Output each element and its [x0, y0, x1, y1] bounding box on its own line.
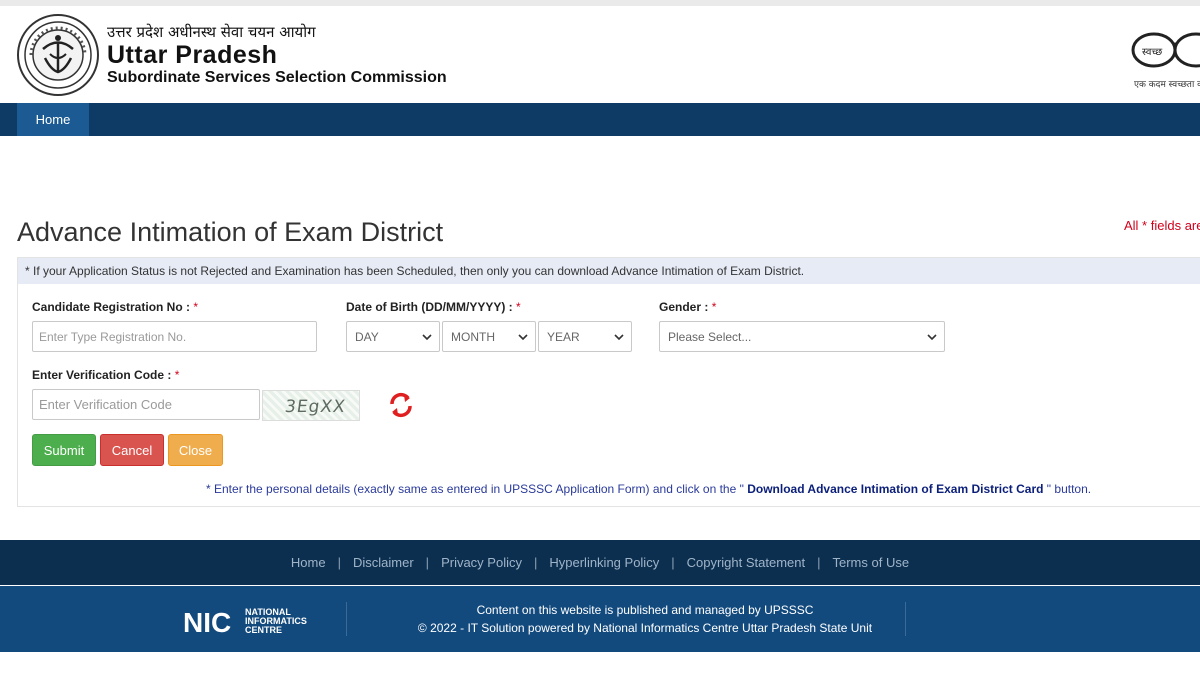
footer-links-bar: Home | Disclaimer | Privacy Policy | Hyp… [0, 540, 1200, 585]
org-title: Uttar Pradesh [107, 41, 278, 69]
chevron-down-icon [927, 334, 937, 341]
dob-month-select[interactable]: MONTH [442, 321, 536, 352]
captcha-image: 3EgXX [262, 390, 360, 421]
dob-day-value: DAY [355, 329, 379, 344]
top-strip [0, 0, 1200, 6]
nav-home-link[interactable]: Home [17, 103, 89, 136]
footer-separator: | [533, 555, 538, 570]
dob-month-value: MONTH [451, 329, 495, 344]
footer-separator: | [425, 555, 430, 570]
registration-label-text: Candidate Registration No : [32, 300, 191, 314]
required-star: * [193, 300, 199, 314]
footer-separator: | [817, 555, 821, 570]
required-star: * [174, 368, 180, 382]
footer-link-home[interactable]: Home [291, 555, 326, 570]
dob-label-text: Date of Birth (DD/MM/YYYY) : [346, 300, 513, 314]
footer-link-privacy-policy[interactable]: Privacy Policy [441, 555, 522, 570]
form-instruction: * Enter the personal details (exactly sa… [206, 482, 1091, 496]
footer-link-hyperlinking-policy[interactable]: Hyperlinking Policy [549, 555, 659, 570]
footer-copyright-line: © 2022 - IT Solution powered by National… [417, 621, 873, 635]
gender-select[interactable]: Please Select... [659, 321, 945, 352]
registration-number-input[interactable] [32, 321, 317, 352]
instruction-button-name: Download Advance Intimation of Exam Dist… [743, 482, 1047, 496]
captcha-text: 3EgXX [283, 397, 348, 417]
cancel-button[interactable]: Cancel [100, 434, 164, 466]
dob-year-value: YEAR [547, 329, 580, 344]
footer-link-terms-of-use[interactable]: Terms of Use [833, 555, 910, 570]
chevron-down-icon [422, 334, 432, 341]
instruction-prefix: * Enter the personal details (exactly sa… [206, 482, 744, 496]
form-panel: * If your Application Status is not Reje… [17, 257, 1200, 507]
required-star: * [516, 300, 521, 314]
submit-button[interactable]: Submit [32, 434, 96, 466]
dob-label: Date of Birth (DD/MM/YYYY) : * [346, 300, 521, 314]
chevron-down-icon [614, 334, 624, 341]
swachh-tagline: एक कदम स्वच्छता की ओर [1134, 80, 1200, 90]
site-header: उत्तर प्रदेश अधीनस्थ सेवा चयन आयोग Uttar… [0, 0, 1200, 103]
close-button[interactable]: Close [168, 434, 223, 466]
gender-value: Please Select... [668, 329, 752, 344]
verification-label: Enter Verification Code : * [32, 368, 179, 382]
registration-label: Candidate Registration No : * [32, 300, 198, 314]
footer-separator: | [671, 555, 675, 570]
footer-link-copyright-statement[interactable]: Copyright Statement [687, 555, 806, 570]
dob-day-select[interactable]: DAY [346, 321, 440, 352]
org-subtitle: Subordinate Services Selection Commissio… [107, 69, 447, 86]
bottom-strip [0, 652, 1200, 675]
refresh-icon[interactable] [388, 392, 414, 418]
verification-label-text: Enter Verification Code : [32, 368, 172, 382]
page-title: Advance Intimation of Exam District [17, 217, 444, 247]
eligibility-notice: * If your Application Status is not Reje… [18, 258, 1200, 284]
gender-label-text: Gender : [659, 300, 709, 314]
footer-link-disclaimer[interactable]: Disclaimer [353, 555, 414, 570]
footer-divider [905, 602, 906, 636]
gender-label: Gender : * [659, 300, 716, 314]
footer-credits: NIC NATIONAL INFORMATICS CENTRE Content … [0, 586, 1200, 652]
dob-year-select[interactable]: YEAR [538, 321, 632, 352]
required-star: * [711, 300, 717, 314]
upsssc-emblem-logo [17, 14, 99, 96]
footer-separator: | [337, 555, 341, 570]
instruction-suffix: " button. [1046, 482, 1092, 496]
swachh-text: स्वच्छ [1142, 47, 1162, 58]
hindi-org-title: उत्तर प्रदेश अधीनस्थ सेवा चयन आयोग [107, 23, 316, 41]
chevron-down-icon [518, 334, 528, 341]
required-fields-note: All * fields are [1124, 218, 1200, 233]
verification-code-input[interactable] [32, 389, 260, 420]
main-navbar: Home [0, 103, 1200, 136]
footer-published-line: Content on this website is published and… [476, 603, 814, 617]
